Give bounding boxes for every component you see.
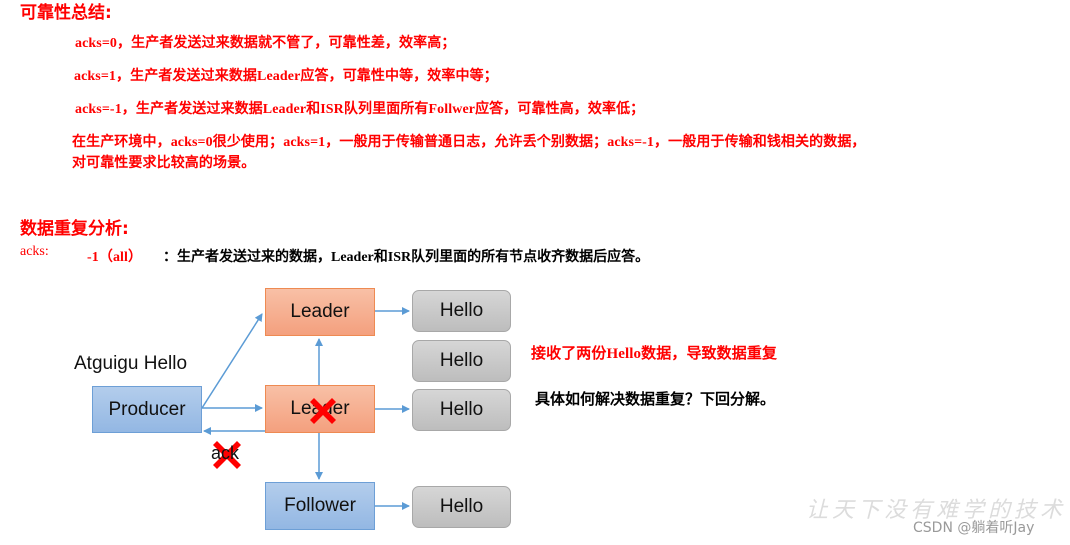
leader-failed-x-icon xyxy=(310,398,336,424)
next-note: 具体如何解决数据重复？下回分解。 xyxy=(535,392,776,408)
csdn-credit: CSDN @躺着听Jay xyxy=(913,520,1035,536)
ack-label: ack xyxy=(211,443,240,463)
duplicate-note: 接收了两份Hello数据，导致数据重复 xyxy=(531,346,778,362)
failure-marks xyxy=(213,398,336,469)
